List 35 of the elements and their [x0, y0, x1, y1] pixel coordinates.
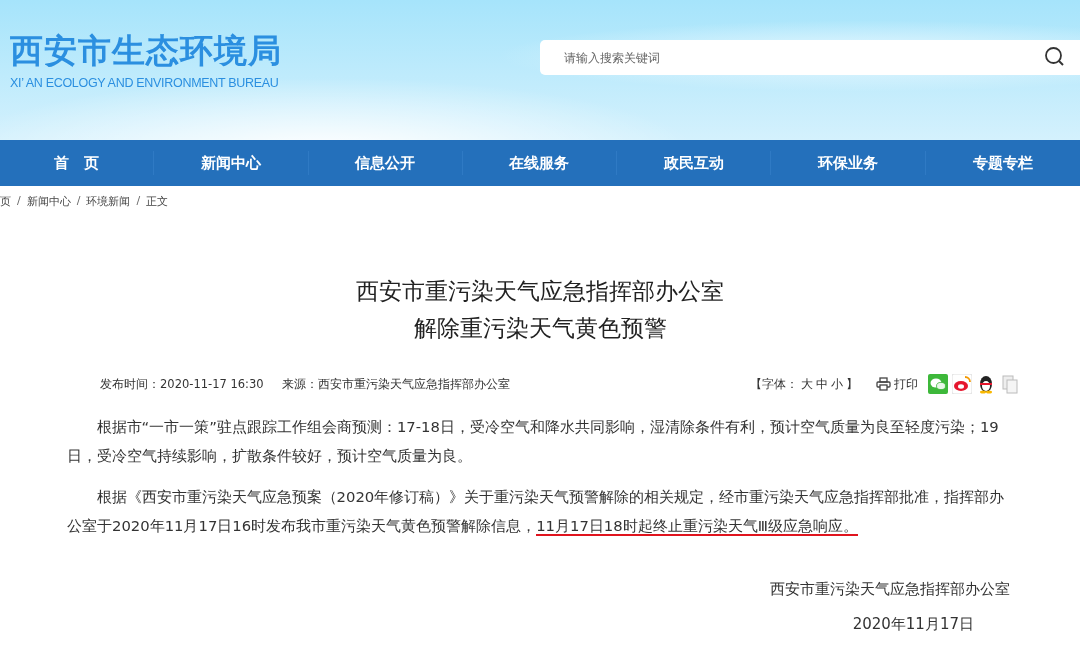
article-paragraph: 根据《西安市重污染天气应急预案（2020年修订稿）》关于重污染天气预警解除的相关规定，经市重污染天气应急指挥部批准，指挥部办公室于2020年11月17日16时发布我市重污染天气黄色预警解除信息，11月17日18时起终止重污染天气Ⅲ级应急响应。	[67, 487, 1006, 538]
article-title: 解除重污染天气黄色预警	[413, 314, 667, 343]
search-icon[interactable]	[1044, 46, 1066, 68]
font-size-link[interactable]: 中	[816, 376, 828, 392]
article-paragraph: 根据市“一市一策”驻点跟踪工作组会商预测：17-18日，受冷空气和降水共同影响，湿清除条件有利，预计空气质量为良至轻度污染；19日，受冷空气持续影响，扩散条件较好，预计空气质量为良。	[67, 417, 1000, 466]
font-size-label: 【字体：	[750, 376, 798, 392]
article-source: 来源：西安市重污染天气应急指挥部办公室	[281, 376, 510, 392]
nav-item[interactable]: 环保业务	[771, 151, 926, 175]
nav-item[interactable]: 政民互动	[617, 151, 772, 175]
nav-item[interactable]: 信息公开	[308, 151, 463, 175]
font-size-label-end: 】	[846, 376, 858, 392]
publish-time: 发布时间：2020-11-17 16:30	[100, 376, 264, 392]
search-field[interactable]: 请输入搜索关键词	[540, 40, 1080, 75]
signature-date: 2020年11月17日	[851, 615, 974, 634]
font-size-link[interactable]: 小	[831, 376, 843, 392]
nav-item[interactable]: 新闻中心	[154, 151, 309, 175]
chat-bubbles-icon[interactable]	[928, 374, 948, 394]
nav-item[interactable]: 在线服务	[462, 151, 618, 175]
breadcrumb-separator: /	[76, 194, 81, 209]
logo-subtitle: XI’ AN ECOLOGY AND ENVIRONMENT BUREAU	[10, 76, 280, 90]
breadcrumb-link[interactable]: 页	[0, 194, 11, 214]
printer-icon[interactable]	[876, 377, 891, 391]
breadcrumb-link[interactable]: 正文	[146, 194, 169, 214]
logo-title: 西安市生态环境局	[10, 32, 282, 70]
breadcrumb-separator: /	[136, 194, 141, 209]
article-title: 西安市重污染天气应急指挥部办公室	[356, 277, 724, 306]
eye-logo-icon[interactable]	[952, 374, 972, 394]
nav-item[interactable]: 首 页	[0, 151, 155, 175]
nav-item[interactable]: 专题专栏	[925, 151, 1080, 175]
print-link[interactable]: 打印	[894, 376, 918, 392]
signature: 西安市重污染天气应急指挥部办公室	[769, 580, 1010, 599]
breadcrumb-link[interactable]: 环境新闻	[86, 194, 131, 214]
font-size-link[interactable]: 大	[801, 376, 813, 392]
breadcrumb-link[interactable]: 新闻中心	[26, 194, 71, 214]
breadcrumb-separator: /	[17, 194, 21, 209]
